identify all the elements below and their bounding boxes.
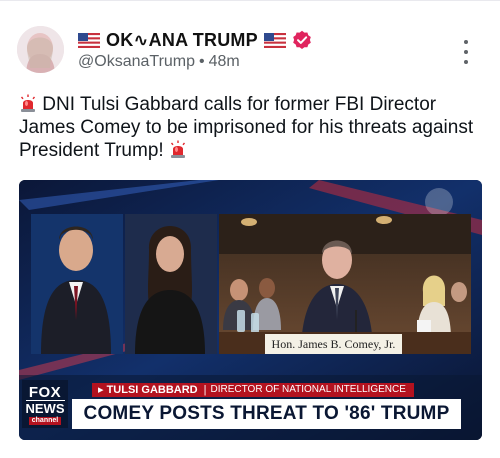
handle-row: @OksanaTrump • 48m [78, 53, 240, 71]
chyron-headline-box: COMEY POSTS THREAT TO '86' TRUMP [72, 399, 461, 429]
author-handle[interactable]: @OksanaTrump [78, 53, 195, 70]
chyron-tag: ▸ TULSI GABBARD [98, 384, 198, 396]
avatar-image [17, 26, 64, 73]
chyron-subtitle: DIRECTOR OF NATIONAL INTELLIGENCE [210, 384, 406, 395]
post-time[interactable]: 48m [209, 53, 240, 70]
avatar[interactable] [17, 26, 64, 73]
logo-text-mid: NEWS [25, 399, 65, 416]
more-vertical-icon [464, 40, 468, 44]
logo-text-bottom: channel [28, 416, 62, 425]
verified-badge-icon [293, 30, 311, 49]
chyron-tag-row: ▸ TULSI GABBARD | DIRECTOR OF NATIONAL I… [92, 383, 414, 397]
more-vertical-icon-dot [464, 60, 468, 64]
chyron-headline: COMEY POSTS THREAT TO '86' TRUMP [83, 403, 450, 424]
separator-dot: • [199, 53, 205, 70]
post-card[interactable]: OK∿ANA TRUMP @OksanaTrump • 48m DNI Tuls… [0, 0, 500, 458]
post-body: DNI Tulsi Gabbard calls for former FBI D… [19, 93, 484, 162]
fox-news-logo: FOX NEWS channel [22, 381, 68, 429]
more-options-button[interactable] [458, 40, 474, 64]
post-text: DNI Tulsi Gabbard calls for former FBI D… [19, 94, 474, 161]
logo-text-top: FOX [28, 383, 62, 401]
author-name-row: OK∿ANA TRUMP [78, 28, 312, 52]
us-flag-icon [78, 32, 100, 48]
police-siren-icon [20, 94, 36, 112]
nameplate: Hon. James B. Comey, Jr. [265, 334, 402, 354]
police-siren-icon [170, 140, 185, 158]
more-vertical-icon-dot [464, 50, 468, 54]
us-flag-icon [263, 32, 286, 48]
display-name[interactable]: OK∿ANA TRUMP [106, 30, 258, 51]
